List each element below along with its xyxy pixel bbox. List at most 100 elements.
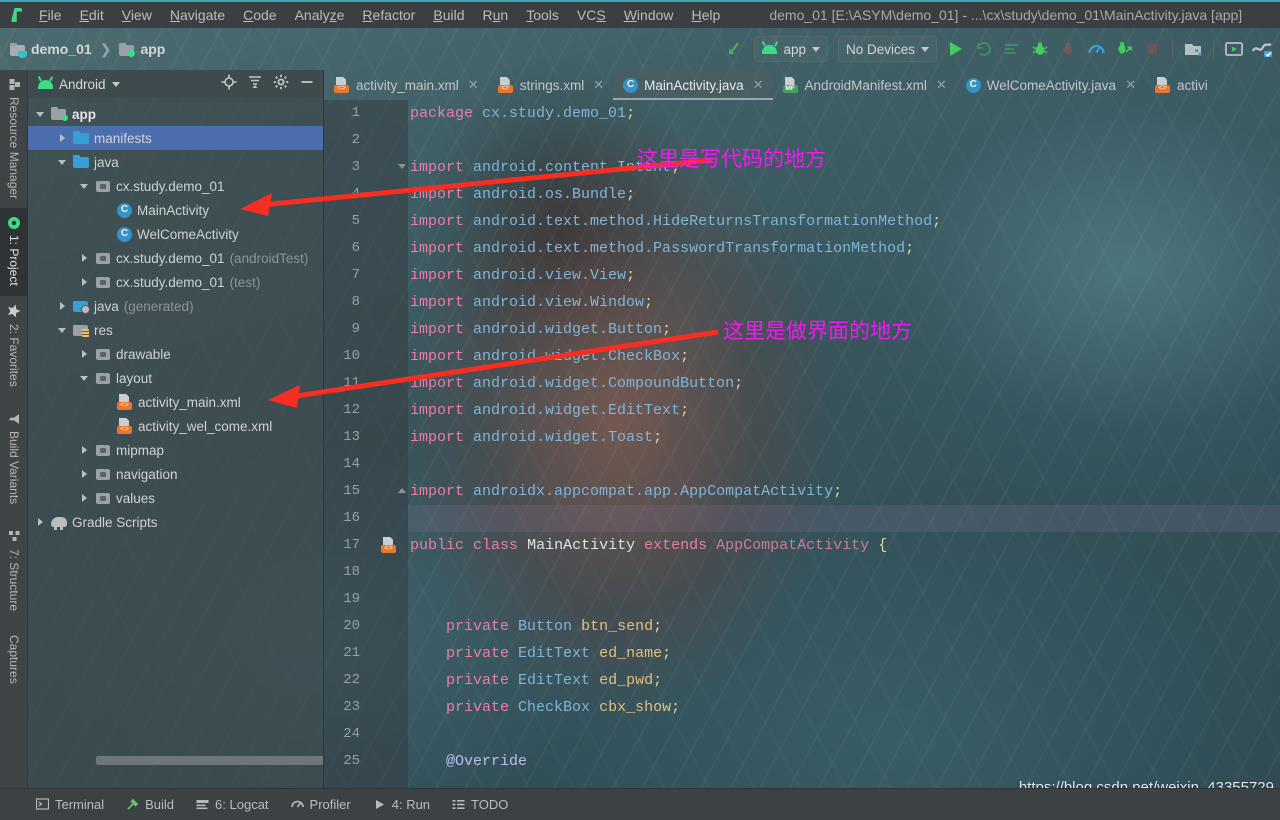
chevron-right-icon[interactable] [78, 350, 90, 358]
collapse-all-icon[interactable] [247, 74, 263, 95]
tree-item[interactable]: C MainActivity [28, 198, 323, 222]
close-icon[interactable]: ✕ [468, 77, 479, 93]
close-icon[interactable]: ✕ [936, 77, 947, 93]
chevron-down-icon[interactable] [56, 159, 68, 165]
sdk-manager-icon[interactable] [1179, 35, 1207, 63]
status-bar-item[interactable]: Build [126, 797, 174, 812]
menu-item-view[interactable]: View [113, 4, 161, 26]
menu-item-navigate[interactable]: Navigate [161, 4, 234, 26]
run-with-coverage-icon[interactable] [1110, 35, 1138, 63]
code-editor[interactable]: 1 2 3 4 5 6 7 8 9 10 11 12 13 14 15 16 17 18 19 20 21 22 23 24 2… [324, 100, 1280, 788]
close-icon[interactable]: ✕ [1125, 77, 1136, 93]
code-line[interactable]: import android.text.method.HideReturnsTr… [408, 208, 1280, 235]
code-line[interactable]: import android.view.Window; [408, 289, 1280, 316]
code-line[interactable]: package cx.study.demo_01; [408, 100, 1280, 127]
code-line[interactable] [408, 451, 1280, 478]
status-bar-item[interactable]: TODO [452, 797, 508, 812]
status-bar-item[interactable]: 4: Run [373, 797, 430, 812]
code-line[interactable]: import android.os.Bundle; [408, 181, 1280, 208]
status-bar-item[interactable]: Profiler [290, 797, 351, 812]
chevron-right-icon[interactable] [78, 470, 90, 478]
code-line[interactable]: import android.widget.CompoundButton; [408, 370, 1280, 397]
chevron-right-icon[interactable] [56, 134, 68, 142]
apply-changes-icon[interactable] [998, 35, 1026, 63]
editor-tab[interactable]: C WelComeActivity.java ✕ [956, 70, 1145, 100]
fold-region-icon[interactable] [398, 488, 407, 497]
tree-item[interactable]: C WelComeActivity [28, 222, 323, 246]
tree-item[interactable]: app [28, 102, 323, 126]
chevron-right-icon[interactable] [78, 494, 90, 502]
run-icon[interactable] [942, 35, 970, 63]
avd-manager-icon[interactable] [1220, 35, 1248, 63]
code-line[interactable]: public class MainActivity extends AppCom… [408, 532, 1280, 559]
fold-imports-icon[interactable] [398, 164, 407, 173]
menu-item-run[interactable]: Run [474, 4, 518, 26]
tree-item[interactable]: drawable [28, 342, 323, 366]
editor-gutter[interactable]: 1 2 3 4 5 6 7 8 9 10 11 12 13 14 15 16 17 18 19 20 21 22 23 24 2… [324, 100, 408, 788]
editor-tab[interactable]: MF AndroidManifest.xml ✕ [773, 70, 956, 100]
hide-panel-icon[interactable] [299, 74, 315, 95]
code-line[interactable]: import android.widget.EditText; [408, 397, 1280, 424]
tree-item[interactable]: layout [28, 366, 323, 390]
rail-item-build-variants[interactable]: Build Variants [0, 404, 28, 522]
debug-icon[interactable] [1026, 35, 1054, 63]
code-line[interactable]: import android.view.View; [408, 262, 1280, 289]
editor-tab-bar[interactable]: <> activity_main.xml ✕ <> strings.xml ✕ C MainA… [324, 70, 1280, 100]
chevron-right-icon[interactable] [78, 254, 90, 262]
close-icon[interactable]: ✕ [593, 77, 604, 93]
code-line[interactable]: import android.text.method.PasswordTrans… [408, 235, 1280, 262]
tree-item[interactable]: cx.study.demo_01 [28, 174, 323, 198]
code-line[interactable]: import android.content.Intent; [408, 154, 1280, 181]
editor-tab[interactable]: <> strings.xml ✕ [488, 70, 613, 100]
editor-tab[interactable]: <> activi [1145, 70, 1217, 100]
code-line[interactable]: private Button btn_send; [408, 613, 1280, 640]
rail-item-captures[interactable]: Captures [0, 627, 28, 707]
code-line[interactable]: private EditText ed_pwd; [408, 667, 1280, 694]
attach-debugger-icon[interactable] [1054, 35, 1082, 63]
tree-item[interactable]: navigation [28, 462, 323, 486]
code-line[interactable]: import androidx.appcompat.app.AppCompatA… [408, 478, 1280, 505]
editor-code-text[interactable]: package cx.study.demo_01; import android… [408, 100, 1280, 788]
tree-item[interactable]: <> activity_main.xml [28, 390, 323, 414]
profiler-icon[interactable] [1082, 35, 1110, 63]
code-line[interactable] [408, 721, 1280, 748]
tree-item[interactable]: values [28, 486, 323, 510]
chevron-down-icon[interactable] [111, 81, 120, 87]
status-bar-item[interactable]: Terminal [35, 797, 104, 812]
menu-item-tools[interactable]: Tools [517, 4, 568, 26]
code-line[interactable]: import android.widget.CheckBox; [408, 343, 1280, 370]
stop-icon[interactable] [1138, 35, 1166, 63]
rail-item-project[interactable]: 1: Project [0, 208, 28, 296]
chevron-down-icon[interactable] [56, 327, 68, 333]
settings-gear-icon[interactable] [273, 74, 289, 95]
close-icon[interactable]: ✕ [753, 77, 764, 93]
breadcrumb-item-module[interactable]: app [119, 41, 165, 57]
rail-item-structure[interactable]: 7: Structure [0, 522, 28, 627]
menu-item-help[interactable]: Help [683, 4, 730, 26]
back-arrow-icon[interactable] [721, 35, 749, 63]
tree-item[interactable]: mipmap [28, 438, 323, 462]
code-line[interactable]: private CheckBox cbx_show; [408, 694, 1280, 721]
locate-target-icon[interactable] [221, 74, 237, 95]
breadcrumb-item-project[interactable]: demo_01 [10, 41, 92, 58]
code-line[interactable] [408, 559, 1280, 586]
code-line[interactable]: @Override [408, 748, 1280, 775]
menu-item-file[interactable]: File [30, 4, 71, 26]
tree-item[interactable]: cx.study.demo_01 (test) [28, 270, 323, 294]
chevron-right-icon[interactable] [78, 278, 90, 286]
code-line[interactable] [408, 586, 1280, 613]
rail-item-resource-manager[interactable]: Resource Manager [0, 70, 28, 208]
menu-item-vcs[interactable]: VCS [568, 4, 615, 26]
code-line[interactable] [408, 505, 1280, 532]
menu-item-code[interactable]: Code [234, 4, 285, 26]
tree-item[interactable]: res [28, 318, 323, 342]
project-tree[interactable]: app manifests java cx.study.demo_01 C MainAct… [28, 98, 323, 534]
chevron-down-icon[interactable] [78, 375, 90, 381]
chevron-right-icon[interactable] [78, 446, 90, 454]
menu-item-edit[interactable]: Edit [71, 4, 113, 26]
chevron-down-icon[interactable] [34, 111, 46, 117]
menu-item-build[interactable]: Build [424, 4, 473, 26]
menu-item-analyze[interactable]: Analyze [286, 4, 354, 26]
menu-item-refactor[interactable]: Refactor [353, 4, 424, 26]
tree-item[interactable]: <> activity_wel_come.xml [28, 414, 323, 438]
